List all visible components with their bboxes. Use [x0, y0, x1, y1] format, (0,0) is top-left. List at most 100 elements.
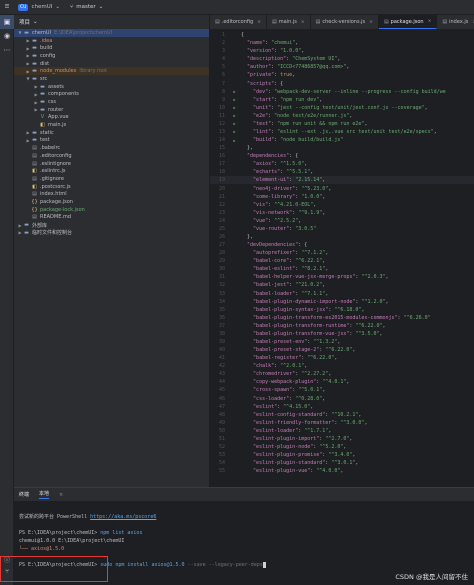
line-number: 38: [218, 330, 225, 337]
tree-item[interactable]: ▶ ▬ 临时文件和控制台: [14, 229, 209, 237]
code-line: 53 "eslint-plugin-promise": "^3.4.0",: [210, 451, 474, 459]
tree-item[interactable]: ◧ .eslintrc.js: [14, 167, 209, 175]
tree-item[interactable]: ▤ .babelrc: [14, 144, 209, 152]
tree-item-label: .babelrc: [40, 145, 61, 152]
run-script-icon[interactable]: ▶: [228, 121, 241, 126]
editor-tab[interactable]: ▤ .editorconfig ×: [210, 15, 268, 29]
tree-item[interactable]: ▶ ▬ static: [14, 129, 209, 137]
terminal-output[interactable]: 尝试新的跨平台 PowerShell https://aka.ms/pscore…: [14, 501, 474, 573]
folder-icon: ▬: [32, 37, 37, 44]
code-line: 38 "babel-plugin-transform-vue-jsx": "^3…: [210, 330, 474, 338]
tree-item[interactable]: ▶ ▬ node_modules library root: [14, 67, 209, 76]
code-text: "babel-jest": "^21.0.2",: [241, 282, 325, 288]
run-script-icon[interactable]: ▶: [228, 129, 241, 134]
tree-item[interactable]: ▶ ▬ components: [14, 91, 209, 99]
close-icon[interactable]: ×: [255, 20, 261, 25]
tree-item-sublabel: library root: [79, 68, 108, 75]
line-number: 26: [218, 233, 225, 240]
tree-item-label: 临时文件和控制台: [32, 230, 73, 237]
tree-item[interactable]: ▶ ▬ config: [14, 52, 209, 60]
tree-item[interactable]: ▶ ▬ css: [14, 98, 209, 106]
tree-item[interactable]: ▶ ▬ assets: [14, 83, 209, 91]
code-token: ,: [352, 452, 356, 459]
line-number: 34: [218, 298, 225, 305]
terminal-link[interactable]: https://aka.ms/pscore6: [90, 514, 156, 520]
run-script-icon[interactable]: ▶: [228, 89, 241, 94]
tree-item[interactable]: V App.vue: [14, 114, 209, 122]
code-text: "eslint-plugin-standard": "^3.0.1",: [241, 460, 358, 466]
file-icon: ▤: [32, 145, 37, 152]
project-switcher[interactable]: CU chemUI ⌄: [14, 3, 64, 11]
close-icon[interactable]: ×: [59, 492, 63, 498]
tree-item[interactable]: ▤ README.md: [14, 214, 209, 222]
run-script-icon[interactable]: ▶: [228, 113, 241, 118]
main-menu-icon[interactable]: ☰: [0, 4, 14, 10]
close-icon[interactable]: ×: [367, 20, 373, 25]
watermark: CSDN @我是人间留不住: [395, 573, 468, 581]
project-tool-icon[interactable]: ▣: [0, 15, 14, 29]
code-line: 13 ▶ "lint": "eslint --ext .js,.vue src t…: [210, 128, 474, 136]
code-line: 17 "axios": "^1.5.0",: [210, 160, 474, 168]
run-script-icon[interactable]: ▶: [228, 138, 241, 143]
tab-local[interactable]: 本地: [39, 490, 50, 499]
code-token: ,: [385, 298, 389, 305]
tree-item[interactable]: ▶ ▬ 外部库: [14, 221, 209, 229]
tree-item[interactable]: ▶ ▬ .idea: [14, 37, 209, 45]
editor-tab[interactable]: ▤ check-versions.js ×: [311, 15, 379, 29]
code-token: "^5.0.1": [298, 387, 323, 394]
chevron-down-icon[interactable]: ⌄: [33, 19, 38, 25]
problems-tool-icon[interactable]: ⓘ: [0, 553, 14, 565]
line-number: 21: [218, 193, 225, 200]
tree-item[interactable]: ◧ .postcssrc.js: [14, 183, 209, 191]
git-tool-icon[interactable]: ⑂: [0, 565, 14, 577]
code-token: "start": [253, 96, 275, 103]
tree-item[interactable]: ▤ index.html: [14, 190, 209, 198]
close-icon[interactable]: ×: [299, 20, 305, 25]
code-line: 32 "babel-jest": "^21.0.2",: [210, 281, 474, 289]
code-text: "eslint-plugin-vue": "^4.0.0",: [241, 468, 343, 474]
branch-switcher[interactable]: ⑂ master ⌄: [64, 4, 109, 10]
close-icon[interactable]: ×: [470, 20, 474, 25]
tree-item[interactable]: ▶ ▬ build: [14, 44, 209, 52]
terminal-text: PS E:\IDEA\project\chemUI>: [19, 562, 101, 568]
editor-tab[interactable]: ▤ main.js ×: [267, 15, 311, 29]
code-line: 45 "cross-spawn": "^5.0.1",: [210, 386, 474, 394]
tree-item[interactable]: ▼ ▬ src: [14, 75, 209, 83]
code-area[interactable]: 1{2 "name": "chemui", 3 "version": "1.0.0…: [210, 31, 474, 487]
code-text: "version": "1.0.0",: [241, 48, 304, 54]
run-script-icon[interactable]: ▶: [228, 105, 241, 110]
tree-item[interactable]: {} package.json: [14, 198, 209, 206]
editor-tab-label: .editorconfig: [221, 19, 254, 25]
close-icon[interactable]: ×: [426, 19, 432, 24]
tree-item[interactable]: ▶ ▬ test: [14, 137, 209, 145]
line-number: 15: [218, 145, 225, 152]
tree-item[interactable]: ◧ main.js: [14, 121, 209, 129]
editor-tab[interactable]: ▤ package.json ×: [378, 15, 438, 29]
run-script-icon[interactable]: ▶: [228, 97, 241, 102]
editor: ▤ .editorconfig × ▤ main.js × ▤ check-versions.…: [210, 15, 474, 487]
tree-item[interactable]: ▼ ▬ chemUI E:\IDEA\project\chemUI: [14, 29, 209, 37]
tree-item[interactable]: ▶ ▬ dist: [14, 60, 209, 68]
tree-item-label: .idea: [40, 37, 53, 44]
tree-item[interactable]: ▤ .eslintignore: [14, 160, 209, 168]
code-line: 35 "babel-plugin-syntax-jsx": "^6.18.0",: [210, 306, 474, 314]
code-token: "node test/e2e/runner.js": [274, 112, 350, 119]
tree-item[interactable]: ▤ .gitignore: [14, 175, 209, 183]
line-number: 13: [218, 128, 225, 135]
code-token: ,: [364, 120, 368, 127]
file-icon: ▤: [383, 18, 389, 25]
tree-item[interactable]: ▶ ▬ router: [14, 106, 209, 114]
more-tools-icon[interactable]: ⋯: [0, 43, 14, 57]
code-text: "autoprefixer": "^7.1.2",: [241, 250, 328, 256]
tree-item[interactable]: {} package-lock.json: [14, 206, 209, 214]
tree-item[interactable]: ▤ .editorconfig: [14, 152, 209, 160]
commit-tool-icon[interactable]: ◉: [0, 29, 14, 43]
editor-tab[interactable]: ▤index.js×: [437, 15, 474, 29]
